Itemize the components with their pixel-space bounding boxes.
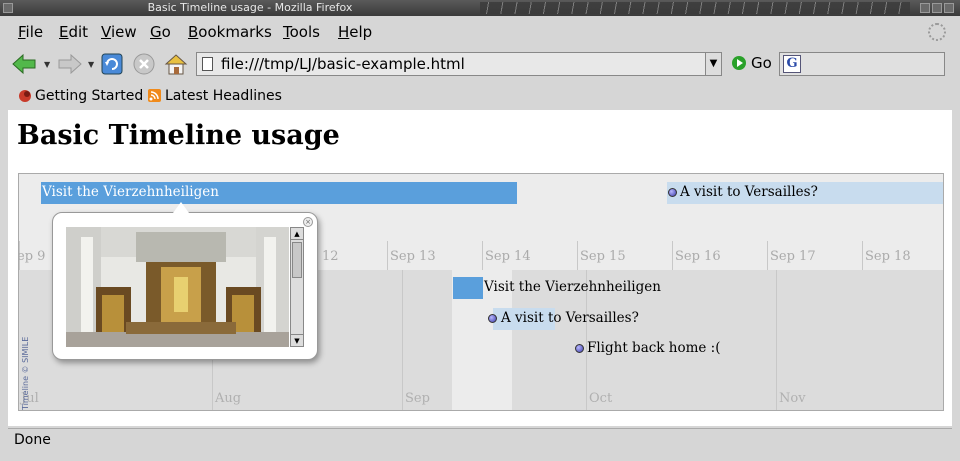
rss-feed-icon xyxy=(148,89,161,102)
bubble-pointer xyxy=(173,202,189,213)
back-arrow-icon xyxy=(12,53,36,75)
tick-label: Sep 13 xyxy=(390,249,436,264)
menu-tools[interactable]: Tools xyxy=(283,23,320,41)
forward-dropdown-icon[interactable]: ▼ xyxy=(88,60,94,69)
bookmark-label: Latest Headlines xyxy=(165,88,282,104)
grid-line xyxy=(577,241,578,270)
url-dropdown-icon[interactable]: ▼ xyxy=(705,53,721,75)
stop-button[interactable] xyxy=(130,50,158,78)
grid-line xyxy=(402,270,403,410)
grid-line xyxy=(767,241,768,270)
tick-label: Oct xyxy=(589,391,613,406)
grid-line xyxy=(672,241,673,270)
scroll-thumb[interactable] xyxy=(292,242,302,278)
bookmark-getting-started[interactable]: Getting Started xyxy=(18,88,143,104)
grid-line xyxy=(482,241,483,270)
event-dot-icon[interactable] xyxy=(488,314,497,323)
url-bar[interactable]: file:///tmp/LJ/basic-example.html ▼ xyxy=(196,52,722,76)
status-bar: Done xyxy=(8,428,952,450)
bookmark-latest-headlines[interactable]: Latest Headlines xyxy=(148,88,282,104)
bubble-close-icon[interactable]: × xyxy=(303,217,313,227)
grid-line xyxy=(862,241,863,270)
menu-bookmarks[interactable]: Bookmarks xyxy=(188,23,272,41)
menu-go[interactable]: Go xyxy=(150,23,171,41)
tick-label: 12 xyxy=(322,249,339,264)
scroll-up-icon[interactable]: ▲ xyxy=(291,228,303,240)
tick-label: Sep 16 xyxy=(675,249,721,264)
event-label[interactable]: Flight back home :( xyxy=(587,340,721,356)
event-dot-icon[interactable] xyxy=(668,188,677,197)
tick-label: Sep xyxy=(405,391,430,406)
event-label[interactable]: A visit to Versailles? xyxy=(680,184,818,200)
stop-icon xyxy=(133,53,155,75)
bubble-scrollbar[interactable]: ▲ ▼ xyxy=(290,227,304,347)
page-title: Basic Timeline usage xyxy=(17,120,340,151)
event-label[interactable]: Visit the Vierzehnheiligen xyxy=(484,279,661,295)
grid-line xyxy=(387,241,388,270)
event-duration-bar[interactable]: Visit the Vierzehnheiligen xyxy=(41,182,517,204)
home-button[interactable] xyxy=(162,50,190,78)
reload-button[interactable] xyxy=(98,50,126,78)
bookmarks-toolbar: Getting Started Latest Headlines xyxy=(8,84,952,108)
tick-label: ep 9 xyxy=(18,249,46,264)
url-text[interactable]: file:///tmp/LJ/basic-example.html xyxy=(221,55,465,73)
forward-arrow-icon xyxy=(58,53,82,75)
event-label[interactable]: Visit the Vierzehnheiligen xyxy=(42,184,219,200)
back-dropdown-icon[interactable]: ▼ xyxy=(44,60,50,69)
menu-file[interactable]: File xyxy=(18,23,43,41)
go-icon xyxy=(732,56,746,70)
maximize-icon[interactable] xyxy=(932,3,942,13)
event-duration-bar[interactable] xyxy=(453,277,483,299)
search-box[interactable]: G xyxy=(779,52,945,76)
tick-label: Aug xyxy=(215,391,242,406)
firefox-bookmark-icon xyxy=(19,90,31,102)
forward-button[interactable] xyxy=(56,50,84,78)
event-info-bubble[interactable]: × ▲ ▼ xyxy=(52,202,318,360)
tick-label: Sep 15 xyxy=(580,249,626,264)
grid-line xyxy=(776,270,777,410)
timeline-credit[interactable]: Timeline © SIMILE xyxy=(21,337,30,410)
minimize-icon[interactable] xyxy=(920,3,930,13)
bookmark-label: Getting Started xyxy=(35,88,144,104)
google-search-icon[interactable]: G xyxy=(783,55,801,73)
event-label[interactable]: A visit to Versailles? xyxy=(501,310,639,326)
tick-label: Sep 17 xyxy=(770,249,816,264)
tick-label: Sep 18 xyxy=(865,249,911,264)
status-text: Done xyxy=(14,432,51,448)
title-bar-grip xyxy=(480,2,910,14)
window-title: Basic Timeline usage - Mozilla Firefox xyxy=(147,1,353,14)
navigation-toolbar: ▼ ▼ file:///tmp/LJ/basic-example.html ▼ … xyxy=(8,48,952,80)
back-button[interactable] xyxy=(10,50,38,78)
home-icon xyxy=(164,54,188,75)
menu-help[interactable]: Help xyxy=(338,23,372,41)
scroll-down-icon[interactable]: ▼ xyxy=(291,334,303,346)
go-button[interactable]: Go xyxy=(732,54,772,72)
menu-bar: File Edit View Go Bookmarks Tools Help xyxy=(8,18,952,46)
title-bar: Basic Timeline usage - Mozilla Firefox xyxy=(0,0,960,16)
page-content: Basic Timeline usage ep 9 12 Sep 13 Sep … xyxy=(8,110,952,426)
go-label: Go xyxy=(751,54,772,72)
menu-edit[interactable]: Edit xyxy=(59,23,88,41)
tick-label: Sep 14 xyxy=(485,249,531,264)
menu-view[interactable]: View xyxy=(101,23,137,41)
page-icon xyxy=(202,57,213,71)
reload-icon xyxy=(101,53,123,75)
browser-window: Basic Timeline usage - Mozilla Firefox F… xyxy=(0,0,960,461)
close-icon[interactable] xyxy=(944,3,954,13)
event-dot-icon[interactable] xyxy=(575,344,584,353)
church-interior-image xyxy=(66,227,289,347)
tick-label: Nov xyxy=(779,391,806,406)
throbber-icon xyxy=(928,23,946,41)
